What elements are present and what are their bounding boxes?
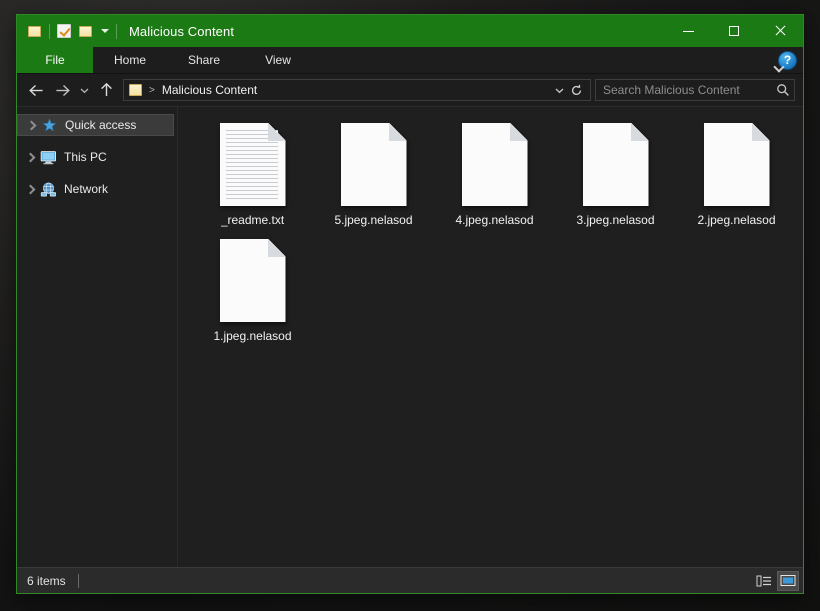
list-item[interactable]: 1.jpeg.nelasod xyxy=(192,237,313,353)
close-icon xyxy=(774,25,786,37)
minimize-button[interactable] xyxy=(665,15,711,47)
file-explorer-window: Malicious Content File Home Share View ? xyxy=(16,14,804,594)
quick-access-toolbar xyxy=(17,15,120,47)
breadcrumb-path: Malicious Content xyxy=(161,83,258,97)
view-mode-buttons xyxy=(753,570,799,591)
sidebar-item-label: This PC xyxy=(64,150,107,164)
refresh-icon xyxy=(572,84,582,95)
monitor-icon xyxy=(40,149,57,165)
chevron-right-icon[interactable] xyxy=(24,119,37,132)
close-button[interactable] xyxy=(757,15,803,47)
sidebar-item-this-pc[interactable]: This PC xyxy=(17,146,177,168)
file-name: 4.jpeg.nelasod xyxy=(455,213,534,227)
folder-icon xyxy=(129,84,143,96)
file-grid: _readme.txt 5.jpeg.nelasod 4.jpeg.nelaso… xyxy=(192,121,803,353)
blank-document-icon xyxy=(219,239,286,322)
list-item[interactable]: 3.jpeg.nelasod xyxy=(555,121,676,237)
file-list-view[interactable]: _readme.txt 5.jpeg.nelasod 4.jpeg.nelaso… xyxy=(178,107,803,567)
status-bar: 6 items xyxy=(17,567,803,593)
tab-share[interactable]: Share xyxy=(167,47,241,73)
window-controls xyxy=(665,15,803,47)
star-pin-icon xyxy=(41,117,58,133)
details-view-icon xyxy=(756,575,771,586)
breadcrumb-right-controls xyxy=(551,80,585,100)
breadcrumb[interactable]: > Malicious Content xyxy=(123,79,591,101)
forward-button[interactable] xyxy=(49,77,75,103)
address-bar: > Malicious Content Search Malicious Con… xyxy=(17,74,803,106)
minimize-icon xyxy=(682,31,694,32)
item-count-label: 6 items xyxy=(27,573,66,588)
search-box[interactable]: Search Malicious Content xyxy=(595,79,795,101)
file-name: 1.jpeg.nelasod xyxy=(213,329,292,343)
caret-down-icon xyxy=(101,29,109,33)
up-arrow-icon xyxy=(100,82,112,96)
status-separator xyxy=(77,573,79,588)
list-item[interactable]: _readme.txt xyxy=(192,121,313,237)
sidebar-item-label: Network xyxy=(64,182,109,196)
sidebar-item-quick-access[interactable]: Quick access xyxy=(17,114,174,136)
new-folder-icon[interactable] xyxy=(75,20,97,42)
back-button[interactable] xyxy=(23,77,49,103)
file-name: _readme.txt xyxy=(220,213,285,227)
sidebar-item-network[interactable]: Network xyxy=(17,178,177,200)
maximize-button[interactable] xyxy=(711,15,757,47)
navigation-pane: Quick access This PC Network xyxy=(17,107,178,567)
previous-locations-button[interactable] xyxy=(551,80,568,100)
back-arrow-icon xyxy=(28,84,43,96)
checkbox-icon xyxy=(57,24,71,38)
chevron-down-icon xyxy=(80,88,88,93)
tab-home[interactable]: Home xyxy=(93,47,167,73)
refresh-button[interactable] xyxy=(568,80,585,100)
search-icon xyxy=(777,84,789,96)
list-item[interactable]: 2.jpeg.nelasod xyxy=(676,121,797,237)
chevron-down-icon xyxy=(555,88,564,93)
window-body: Quick access This PC Network _readme.txt… xyxy=(17,106,803,567)
tab-view[interactable]: View xyxy=(241,47,315,73)
properties-folder-icon[interactable] xyxy=(24,20,46,42)
large-icons-view-button[interactable] xyxy=(777,570,799,591)
ribbon-tab-bar: File Home Share View ? xyxy=(17,47,803,74)
up-button[interactable] xyxy=(93,77,119,103)
file-name: 5.jpeg.nelasod xyxy=(334,213,413,227)
file-name: 3.jpeg.nelasod xyxy=(576,213,655,227)
large-icons-view-icon xyxy=(780,575,796,586)
chevron-right-icon[interactable] xyxy=(23,183,36,196)
blank-document-icon xyxy=(582,123,649,206)
list-item[interactable]: 5.jpeg.nelasod xyxy=(313,121,434,237)
ribbon-right-controls: ? xyxy=(772,47,803,73)
window-title: Malicious Content xyxy=(129,23,235,39)
tab-file[interactable]: File xyxy=(17,47,93,73)
blank-document-icon xyxy=(340,123,407,206)
blank-document-icon xyxy=(461,123,528,206)
list-item[interactable]: 4.jpeg.nelasod xyxy=(434,121,555,237)
qat-separator-2 xyxy=(116,23,117,39)
folder-icon xyxy=(79,25,93,37)
folder-icon xyxy=(28,25,42,37)
properties-checkbox-icon[interactable] xyxy=(53,20,75,42)
blank-document-icon xyxy=(703,123,770,206)
sidebar-item-label: Quick access xyxy=(65,118,137,132)
recent-locations-button[interactable] xyxy=(75,77,93,103)
search-input[interactable]: Search Malicious Content xyxy=(603,83,776,97)
customize-qat-button[interactable] xyxy=(97,20,113,42)
title-bar: Malicious Content xyxy=(17,15,803,47)
details-view-button[interactable] xyxy=(753,571,775,591)
forward-arrow-icon xyxy=(55,84,70,96)
file-name: 2.jpeg.nelasod xyxy=(697,213,776,227)
chevron-right-icon[interactable] xyxy=(23,151,36,164)
maximize-icon xyxy=(729,26,739,36)
qat-separator-1 xyxy=(49,23,50,39)
text-document-icon xyxy=(219,123,286,206)
breadcrumb-separator: > xyxy=(149,84,155,96)
network-icon xyxy=(40,181,57,197)
